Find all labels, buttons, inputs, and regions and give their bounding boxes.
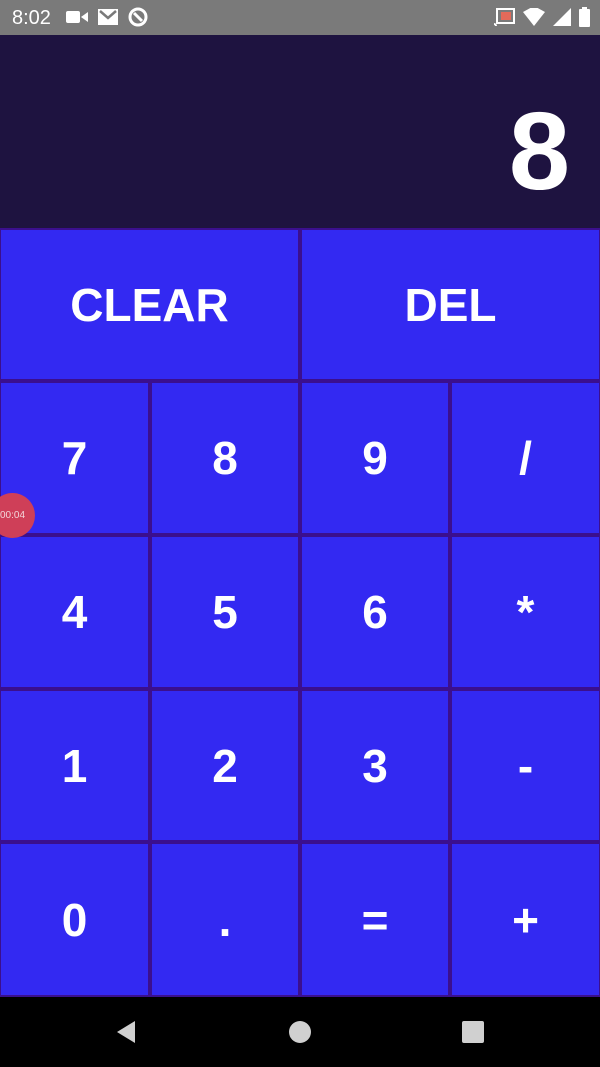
- minus-button[interactable]: -: [452, 691, 599, 840]
- key-2[interactable]: 2: [152, 691, 298, 840]
- key-3[interactable]: 3: [302, 691, 448, 840]
- key-1[interactable]: 1: [1, 691, 148, 840]
- plus-button[interactable]: +: [452, 844, 599, 995]
- equals-button[interactable]: =: [302, 844, 448, 995]
- status-right-icons: [493, 6, 590, 32]
- video-camera-icon: [66, 9, 88, 30]
- multiply-button[interactable]: *: [452, 537, 599, 687]
- cast-icon: [493, 8, 515, 31]
- key-9[interactable]: 9: [302, 383, 448, 533]
- delete-button[interactable]: DEL: [302, 230, 599, 379]
- key-4[interactable]: 4: [1, 537, 148, 687]
- home-icon[interactable]: [283, 1015, 317, 1049]
- battery-icon: [579, 7, 590, 32]
- keypad: CLEAR DEL 7 8 9 / 4 5 6 * 1 2 3 - 0 . = …: [0, 228, 600, 997]
- display-value: 8: [508, 90, 570, 213]
- status-left-icons: [66, 7, 148, 32]
- status-time: 8:02: [12, 7, 51, 29]
- signal-icon: [553, 8, 571, 31]
- status-bar: 8:02: [0, 0, 600, 35]
- back-icon[interactable]: [109, 1015, 143, 1049]
- sync-icon: [128, 7, 148, 32]
- key-0[interactable]: 0: [1, 844, 148, 995]
- decimal-button[interactable]: .: [152, 844, 298, 995]
- gmail-icon: [98, 9, 118, 30]
- calculator-display: 8: [0, 35, 600, 228]
- key-8[interactable]: 8: [152, 383, 298, 533]
- wifi-icon: [523, 6, 545, 31]
- divide-button[interactable]: /: [452, 383, 599, 533]
- key-5[interactable]: 5: [152, 537, 298, 687]
- key-6[interactable]: 6: [302, 537, 448, 687]
- recents-icon[interactable]: [456, 1015, 490, 1049]
- navigation-bar: [0, 997, 600, 1067]
- clear-button[interactable]: CLEAR: [1, 230, 298, 379]
